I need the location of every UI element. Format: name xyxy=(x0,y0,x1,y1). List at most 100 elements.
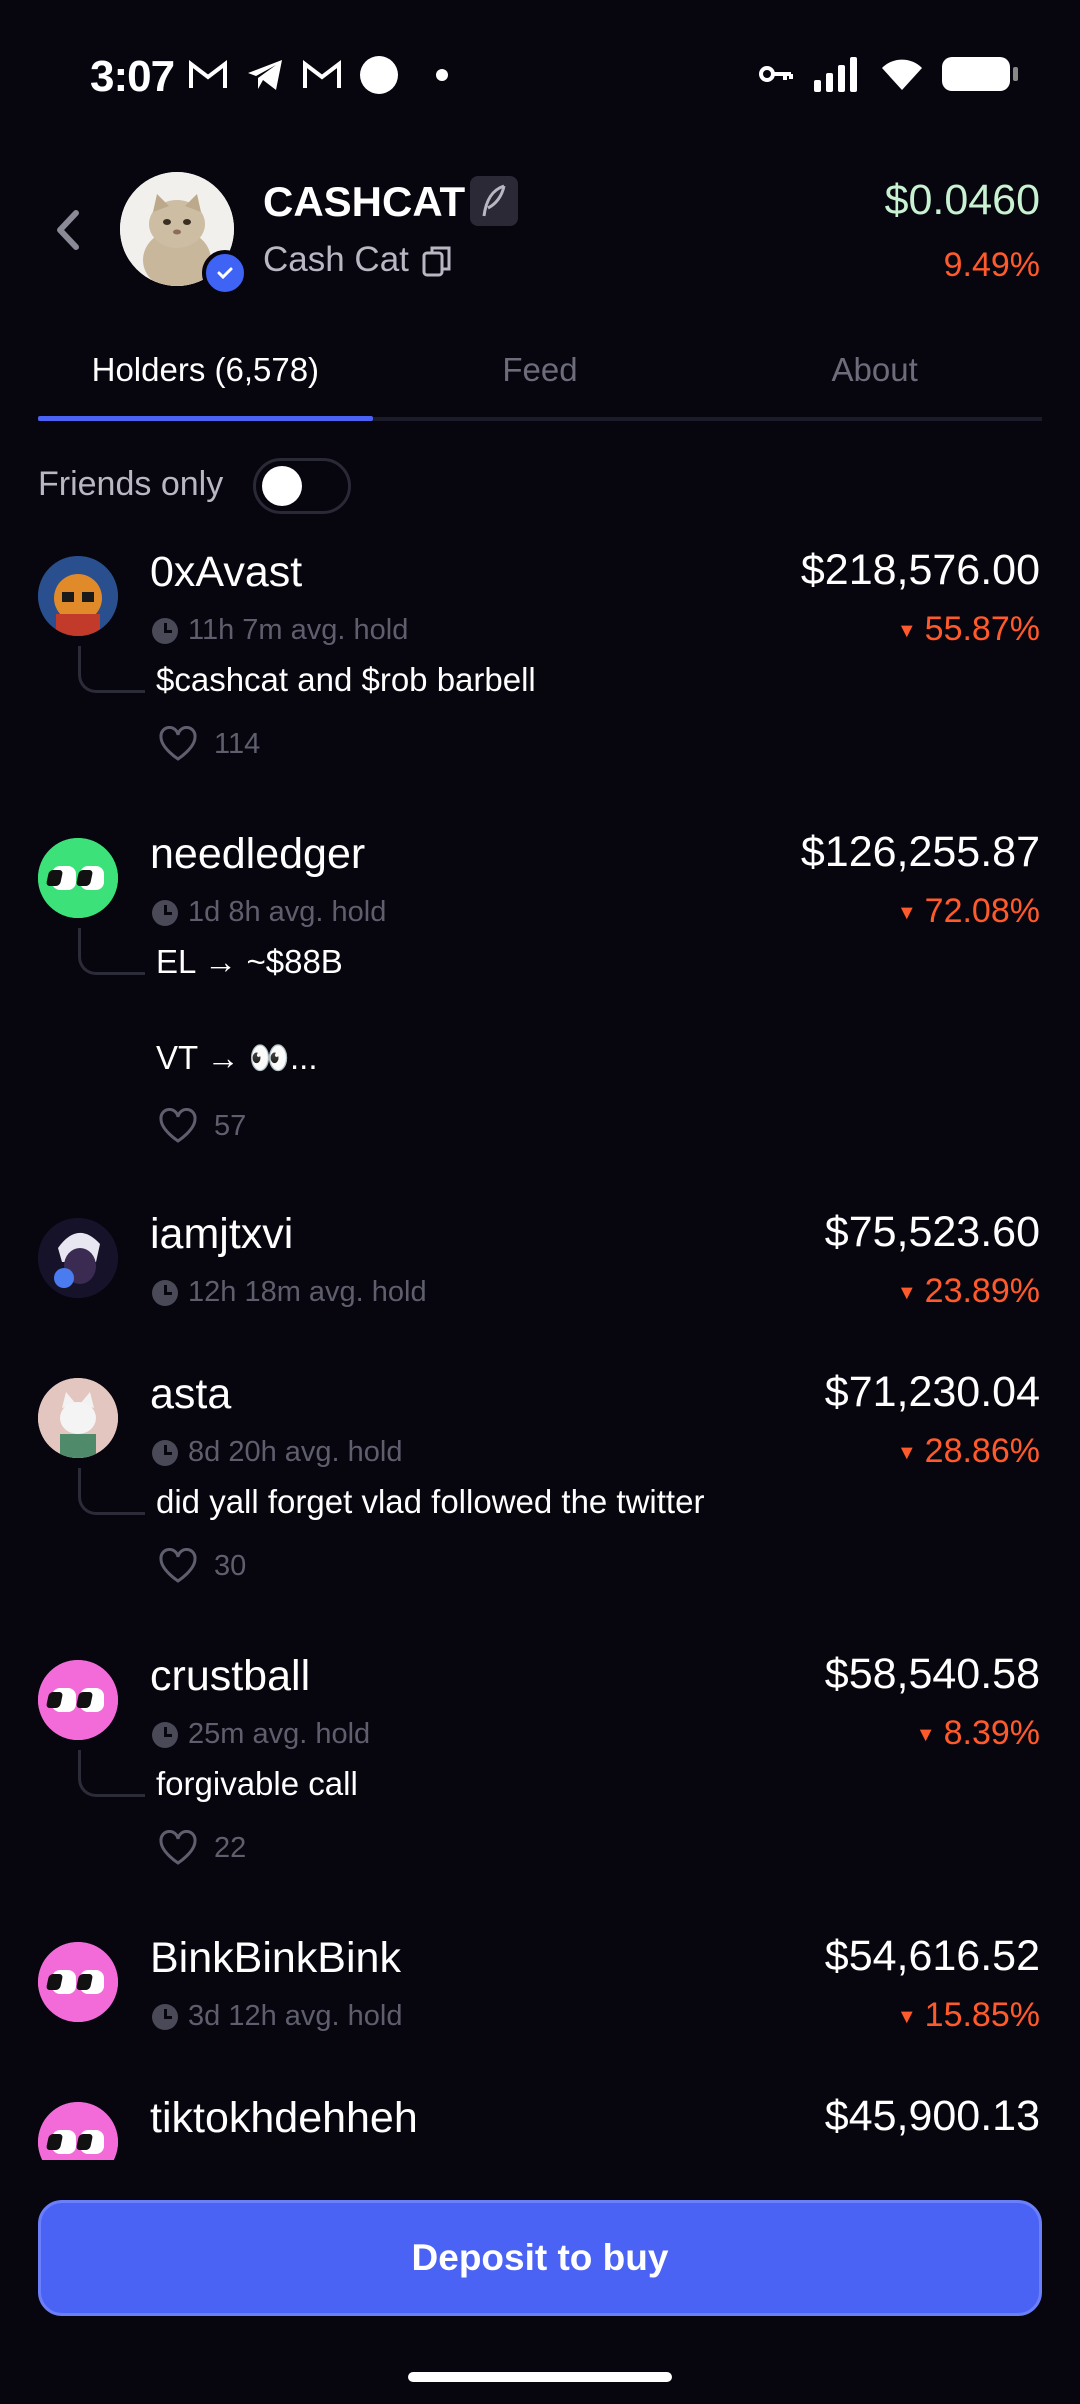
holder-name[interactable]: asta xyxy=(150,1370,231,1419)
tab-about[interactable]: About xyxy=(707,345,1042,417)
holder-avg-hold: 8d 20h avg. hold xyxy=(152,1436,402,1469)
like-count: 22 xyxy=(214,1831,247,1864)
default-avatar-icon xyxy=(38,838,118,918)
holder-avatar[interactable] xyxy=(38,1218,118,1298)
token-change: 9.49% xyxy=(943,246,1040,284)
holder-post[interactable]: did yall forget vlad followed the twitte… xyxy=(156,1478,704,1526)
anime-avatar-icon xyxy=(38,1218,118,1298)
holder-avatar[interactable] xyxy=(38,838,118,918)
heart-icon xyxy=(159,726,197,761)
down-triangle-icon: ▼ xyxy=(896,1281,917,1304)
holder-name[interactable]: iamjtxvi xyxy=(150,1210,293,1259)
telegram-icon xyxy=(248,60,282,90)
clock-icon xyxy=(152,1439,178,1466)
tab-feed[interactable]: Feed xyxy=(373,345,708,417)
circle-app-icon xyxy=(360,56,398,94)
holder-avg-hold: 1d 8h avg. hold xyxy=(152,896,386,929)
like-button[interactable]: 57 xyxy=(158,1108,246,1144)
holder-change: ▼ 55.87% xyxy=(896,610,1040,648)
holder-value: $75,523.60 xyxy=(824,1208,1040,1256)
holder-name[interactable]: tiktokhdehheh xyxy=(150,2094,418,2143)
like-button[interactable]: 22 xyxy=(158,1830,246,1866)
like-button[interactable]: 30 xyxy=(158,1548,246,1584)
clock-icon xyxy=(152,1721,178,1748)
default-avatar-icon xyxy=(38,1660,118,1740)
clock-icon xyxy=(152,2003,178,2030)
holder-avatar[interactable] xyxy=(38,556,118,636)
holder-avg-hold: 25m avg. hold xyxy=(152,1718,370,1751)
holder-value: $218,576.00 xyxy=(800,546,1040,594)
clock-icon xyxy=(152,899,178,926)
holder-post[interactable]: $cashcat and $rob barbell xyxy=(156,656,536,704)
holder-post[interactable]: EL → ~$88B VT → 👀... xyxy=(156,938,343,1082)
friends-only-toggle[interactable] xyxy=(253,458,351,514)
down-triangle-icon: ▼ xyxy=(896,2005,917,2028)
thread-connector xyxy=(78,1750,145,1797)
notification-icons xyxy=(188,56,448,94)
default-avatar-icon xyxy=(38,1942,118,2022)
friends-only-label: Friends only xyxy=(38,465,224,503)
down-triangle-icon: ▼ xyxy=(896,901,917,924)
holder-avg-hold: 3d 12h avg. hold xyxy=(152,2000,402,2033)
pixel-avatar-icon xyxy=(38,556,118,636)
tab-holders[interactable]: Holders (6,578) xyxy=(38,345,373,421)
clock-icon xyxy=(152,1279,178,1306)
holder-change: ▼ 28.86% xyxy=(896,1432,1040,1470)
holder-name[interactable]: 0xAvast xyxy=(150,548,302,597)
system-icons xyxy=(758,56,1018,92)
holder-value: $45,900.13 xyxy=(824,2092,1040,2140)
holder-value: $71,230.04 xyxy=(824,1368,1040,1416)
heart-icon xyxy=(159,1548,197,1583)
like-button[interactable]: 114 xyxy=(158,726,260,762)
cat-avatar-icon xyxy=(38,1378,118,1458)
holder-avg-hold: 12h 18m avg. hold xyxy=(152,1276,427,1309)
holder-change: ▼ 23.89% xyxy=(896,1272,1040,1310)
holder-change: ▼ 72.08% xyxy=(896,892,1040,930)
holder-name[interactable]: BinkBinkBink xyxy=(150,1934,401,1983)
clock-icon xyxy=(152,617,178,644)
down-triangle-icon: ▼ xyxy=(896,619,917,642)
tab-bar: Holders (6,578) Feed About xyxy=(38,345,1042,421)
heart-icon xyxy=(159,1108,197,1143)
home-indicator[interactable] xyxy=(408,2372,672,2382)
holder-avatar[interactable] xyxy=(38,1660,118,1740)
holder-avatar[interactable] xyxy=(38,1378,118,1458)
token-ticker: CASHCAT xyxy=(263,178,466,225)
like-count: 114 xyxy=(214,727,261,760)
verified-badge-icon xyxy=(202,250,248,296)
holder-value: $126,255.87 xyxy=(800,828,1040,876)
battery-icon xyxy=(942,57,1018,91)
gmail-icon xyxy=(189,59,227,88)
holder-name[interactable]: needledger xyxy=(150,830,365,879)
status-bar: 3:07 xyxy=(0,0,1080,160)
heart-icon xyxy=(159,1830,197,1865)
holder-value: $58,540.58 xyxy=(824,1650,1040,1698)
down-triangle-icon: ▼ xyxy=(915,1723,936,1746)
down-triangle-icon: ▼ xyxy=(896,1441,917,1464)
holder-avatar[interactable] xyxy=(38,1942,118,2022)
token-price: $0.0460 xyxy=(884,176,1040,224)
holder-avg-hold: 11h 7m avg. hold xyxy=(152,614,408,647)
holder-change: ▼ 15.85% xyxy=(896,1996,1040,2034)
like-count: 57 xyxy=(214,1109,247,1142)
holder-value: $54,616.52 xyxy=(824,1932,1040,1980)
deposit-to-buy-button[interactable]: Deposit to buy xyxy=(38,2200,1042,2316)
holder-post[interactable]: forgivable call xyxy=(156,1760,358,1808)
thread-connector xyxy=(78,1468,145,1515)
edit-button[interactable] xyxy=(470,176,518,226)
holder-name[interactable]: crustball xyxy=(150,1652,310,1701)
dot-icon xyxy=(436,69,448,81)
back-chevron-icon[interactable] xyxy=(48,205,88,255)
toggle-knob xyxy=(262,466,302,506)
status-time: 3:07 xyxy=(90,52,175,101)
quill-icon xyxy=(482,184,506,217)
thread-connector xyxy=(78,928,145,975)
token-name: Cash Cat xyxy=(263,240,409,279)
wifi-icon xyxy=(882,59,922,90)
copy-icon[interactable] xyxy=(422,245,452,277)
key-icon xyxy=(759,66,793,82)
thread-connector xyxy=(78,646,145,693)
holder-change: ▼ 8.39% xyxy=(915,1714,1040,1752)
signal-icon xyxy=(814,57,857,92)
like-count: 30 xyxy=(214,1549,247,1582)
